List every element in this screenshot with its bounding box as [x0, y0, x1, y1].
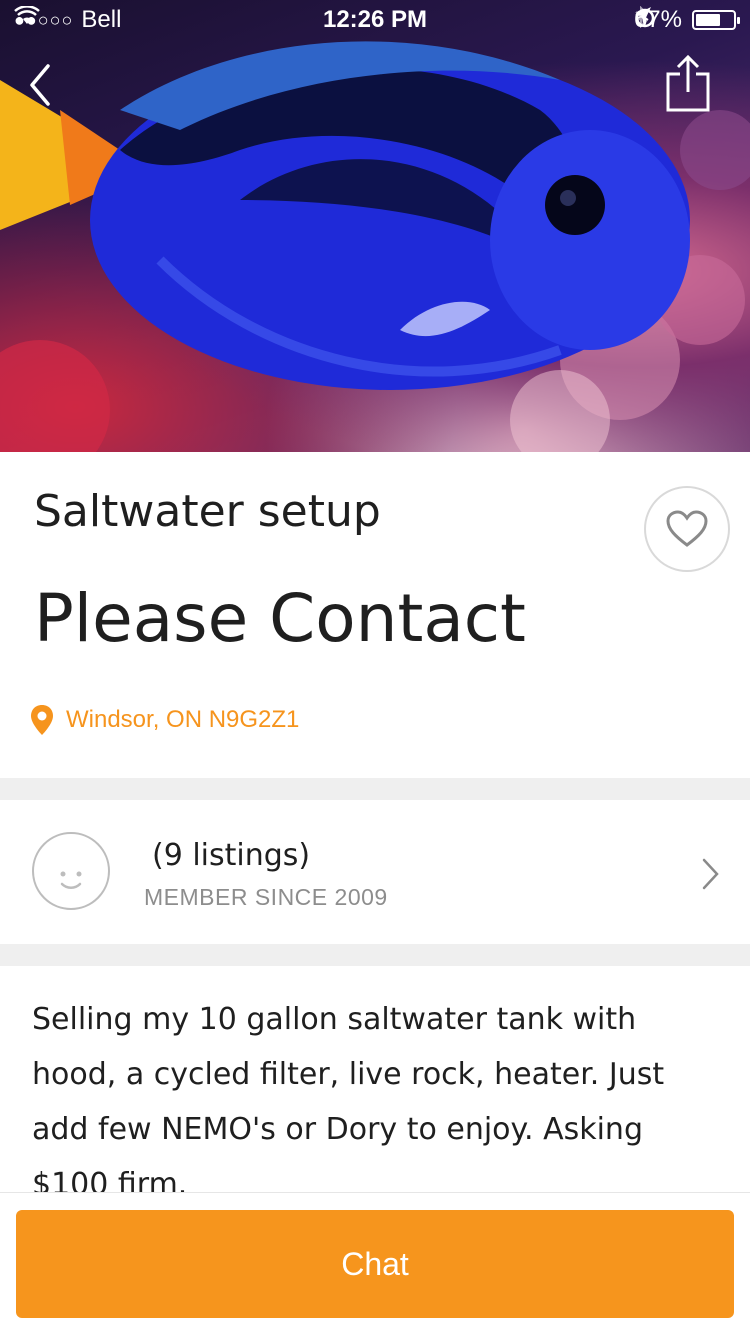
fish-illustration [0, 41, 750, 452]
share-button[interactable] [664, 54, 712, 114]
share-icon [666, 54, 710, 112]
battery-level [696, 14, 720, 26]
map-pin-icon [31, 705, 53, 735]
listing-location[interactable]: Windsor, ON N9G2Z1 [30, 704, 299, 736]
listing-title: Saltwater setup [34, 486, 381, 537]
member-since: MEMBER SINCE 2009 [144, 884, 388, 910]
seller-row[interactable]: (9 listings) MEMBER SINCE 2009 [0, 800, 750, 944]
chevron-right-icon [702, 858, 719, 890]
favorite-button[interactable] [644, 486, 730, 572]
location-text: Windsor, ON N9G2Z1 [66, 706, 300, 733]
status-bar: ●●○○○ Bell 12:26 PM 67% [0, 0, 750, 40]
chat-button[interactable]: Chat [16, 1210, 734, 1318]
listing-description: Selling my 10 gallon saltwater tank with… [32, 1002, 665, 1202]
bluetooth-icon [635, 6, 648, 28]
back-button[interactable] [24, 60, 64, 110]
listing-price: Please Contact [34, 580, 526, 657]
heart-icon [666, 510, 708, 547]
chevron-left-icon [30, 64, 50, 106]
section-divider [0, 778, 750, 800]
seller-listings-count: (9 listings) [152, 838, 311, 873]
listing-photo[interactable]: ●●○○○ Bell 12:26 PM 67% [0, 0, 750, 452]
avatar [32, 832, 110, 910]
section-divider [0, 944, 750, 966]
battery-icon [692, 10, 740, 30]
smiley-avatar-icon [60, 871, 82, 889]
